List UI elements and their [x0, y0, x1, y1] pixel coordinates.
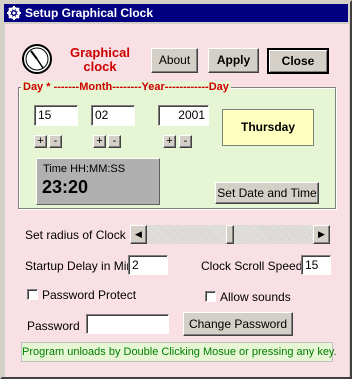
footer-hint: Program unloads by Double Clicking Mosue… [21, 342, 337, 362]
day-input[interactable]: 15 [34, 105, 78, 126]
time-value: 23:20 [42, 177, 89, 197]
time-caption: Time HH:MM:SS [43, 163, 126, 175]
set-date-time-button[interactable]: Set Date and Time [215, 182, 319, 204]
about-button[interactable]: About [151, 48, 198, 73]
close-button[interactable]: Close [267, 48, 329, 74]
radius-scrollbar[interactable]: ◀ ▶ [130, 225, 330, 244]
password-label: Password [27, 319, 80, 333]
date-header-label: Day * -------Month--------Year----------… [21, 81, 231, 93]
startup-delay-input[interactable]: 2 [128, 255, 168, 275]
change-password-button[interactable]: Change Password [183, 312, 293, 336]
month-plus-button[interactable]: + [93, 135, 106, 148]
apply-button[interactable]: Apply [208, 48, 259, 73]
month-minus-button[interactable]: - [108, 135, 121, 148]
scroll-speed-input[interactable]: 15 [301, 255, 331, 275]
radius-label: Set radius of Clock [25, 228, 126, 242]
window-frame: Setup Graphical Clock Graphical clock Ab… [0, 0, 352, 379]
day-plus-button[interactable]: + [34, 135, 47, 148]
app-name-line2: clock [83, 59, 117, 74]
allow-sounds-label: Allow sounds [220, 290, 291, 304]
title-bar[interactable]: Setup Graphical Clock [4, 4, 348, 22]
year-input[interactable]: 2001 [158, 105, 209, 126]
month-input[interactable]: 02 [91, 105, 135, 126]
gear-icon[interactable] [7, 6, 21, 20]
allow-sounds-checkbox[interactable] [205, 291, 216, 302]
scroll-speed-label: Clock Scroll Speed [201, 259, 303, 273]
time-panel: Time HH:MM:SS 23:20 [36, 158, 160, 205]
password-protect-checkbox[interactable] [27, 289, 38, 300]
scroll-right-arrow-icon[interactable]: ▶ [313, 225, 330, 244]
password-protect-label: Password Protect [42, 288, 137, 302]
radius-thumb[interactable] [226, 225, 234, 244]
password-input[interactable] [86, 314, 169, 334]
year-plus-button[interactable]: + [163, 135, 176, 148]
client-area: Graphical clock About Apply Close Day * … [5, 24, 349, 377]
weekday-display: Thursday [222, 109, 314, 146]
startup-delay-label: Startup Delay in Min [25, 259, 134, 273]
app-name: Graphical clock [63, 46, 137, 74]
year-minus-button[interactable]: - [179, 135, 192, 148]
app-name-line1: Graphical [70, 45, 130, 60]
clock-icon [22, 44, 52, 74]
window-title: Setup Graphical Clock [25, 6, 154, 20]
scroll-left-arrow-icon[interactable]: ◀ [130, 225, 147, 244]
day-minus-button[interactable]: - [49, 135, 62, 148]
